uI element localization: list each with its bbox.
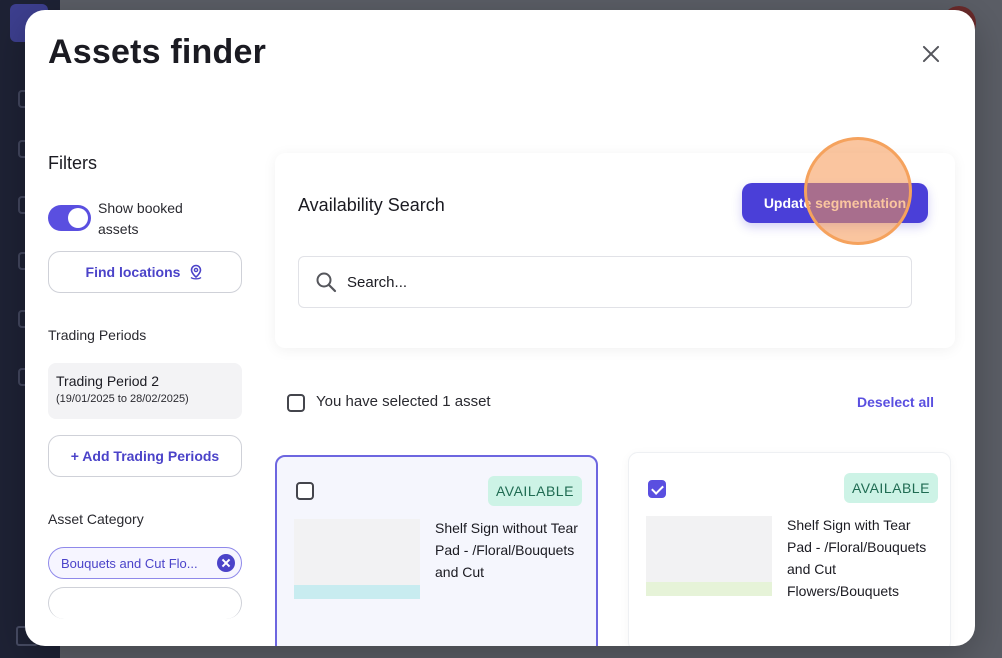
modal-title: Assets finder	[48, 38, 267, 71]
status-badge: AVAILABLE	[844, 473, 938, 503]
asset-thumbnail-strip	[646, 582, 772, 596]
search-icon	[316, 272, 337, 293]
update-segmentation-button[interactable]: Update segmentation	[742, 183, 928, 223]
asset-title: Shelf Sign without Tear Pad - /Floral/Bo…	[435, 520, 578, 580]
close-icon[interactable]	[921, 44, 941, 64]
select-all-checkbox[interactable]	[287, 394, 305, 412]
asset-checkbox[interactable]	[296, 482, 314, 500]
remove-chip-icon[interactable]	[217, 554, 235, 572]
availability-search-panel: Availability Search Update segmentation	[275, 153, 955, 348]
trading-periods-label: Trading Periods	[48, 327, 147, 343]
trading-period-name: Trading Period 2	[56, 373, 159, 389]
find-locations-label: Find locations	[85, 264, 181, 280]
asset-category-chip[interactable]: Bouquets and Cut Flo...	[48, 547, 242, 579]
search-box[interactable]	[298, 256, 912, 308]
asset-category-chip-secondary[interactable]	[48, 587, 242, 619]
asset-thumbnail-strip	[294, 585, 420, 599]
asset-category-label: Asset Category	[48, 511, 144, 527]
search-input[interactable]	[347, 273, 887, 291]
add-trading-periods-button[interactable]: + Add Trading Periods	[48, 435, 242, 477]
asset-title: Shelf Sign with Tear Pad - /Floral/Bouqu…	[787, 517, 927, 599]
asset-thumbnail	[646, 516, 772, 596]
asset-thumbnail	[294, 519, 420, 599]
toggle-knob	[68, 208, 88, 228]
location-pin-icon	[190, 264, 202, 280]
find-locations-button[interactable]: Find locations	[48, 251, 242, 293]
show-booked-label: Show booked assets	[98, 200, 183, 237]
status-badge: AVAILABLE	[488, 476, 582, 506]
asset-card[interactable]: AVAILABLE Shelf Sign with Tear Pad - /Fl…	[628, 452, 951, 646]
show-booked-toggle[interactable]	[48, 205, 91, 231]
deselect-all-link[interactable]: Deselect all	[857, 394, 934, 410]
asset-checkbox-checked[interactable]	[648, 480, 666, 498]
asset-card[interactable]: AVAILABLE Shelf Sign without Tear Pad - …	[275, 455, 598, 646]
asset-category-chip-label: Bouquets and Cut Flo...	[61, 555, 198, 571]
trading-period-card[interactable]: Trading Period 2 (19/01/2025 to 28/02/20…	[48, 363, 242, 419]
filters-title: Filters	[48, 153, 97, 173]
selection-summary: You have selected 1 asset	[316, 393, 491, 410]
trading-period-dates: (19/01/2025 to 28/02/2025)	[56, 393, 189, 405]
assets-finder-modal: Assets finder Filters Show booked assets…	[25, 10, 975, 646]
availability-search-title: Availability Search	[298, 195, 445, 215]
